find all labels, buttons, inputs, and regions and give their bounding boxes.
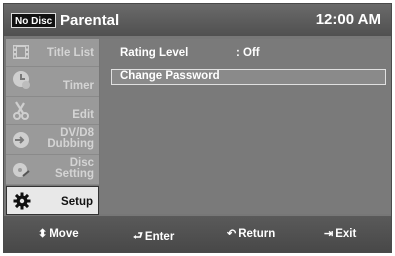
sidebar-item-label-line2: Setting: [55, 168, 94, 180]
osd-screen: No Disc Parental 12:00 AM Title List Tim…: [3, 3, 392, 253]
rating-level-value: : Off: [236, 47, 260, 59]
clock: 12:00 AM: [315, 11, 381, 28]
sidebar-item-setup[interactable]: Setup: [6, 186, 99, 215]
exit-hint: ⇥ Exit: [324, 227, 357, 241]
timer-icon: [13, 71, 30, 89]
title-bar: No Disc Parental 12:00 AM: [4, 4, 391, 36]
disc-status-badge: No Disc: [11, 13, 57, 28]
change-password-label: Change Password: [120, 70, 220, 82]
sidebar-item-label: Edit: [72, 109, 94, 121]
dubbing-icon: [13, 132, 29, 148]
sidebar-item-label: Setup: [61, 196, 93, 208]
move-label: Move: [49, 227, 79, 240]
enter-label: Enter: [144, 230, 175, 243]
enter-hint: ⮐ Enter: [133, 227, 174, 246]
sidebar-item-edit[interactable]: Edit: [6, 97, 99, 125]
settings-panel: Rating Level : Off Change Password: [100, 39, 391, 214]
change-password-row[interactable]: Change Password: [111, 69, 386, 85]
disc-icon: [13, 163, 30, 177]
updown-arrows-icon: ⬍: [38, 228, 48, 240]
exit-icon: ⇥: [324, 228, 334, 240]
move-hint: ⬍ Move: [38, 227, 79, 241]
enter-icon: ⮐: [133, 230, 143, 242]
sidebar-item-label: Timer: [62, 80, 94, 92]
return-hint: ↶ Return: [227, 227, 276, 241]
sidebar-item-label-line2: Dubbing: [47, 138, 94, 150]
page-title: Parental: [60, 12, 120, 29]
sidebar-item-title-list[interactable]: Title List: [6, 39, 99, 67]
rating-level-label: Rating Level: [120, 47, 189, 59]
film-icon: [13, 45, 29, 59]
sidebar-item-label: Title List: [46, 47, 94, 59]
sidebar-item-disc-setting[interactable]: Disc Setting: [6, 155, 99, 185]
return-icon: ↶: [227, 228, 237, 240]
scissors-icon: [13, 101, 29, 120]
return-label: Return: [238, 227, 276, 240]
sidebar-menu: Title List Timer Edit DV/D8 Dubbing Disc…: [6, 39, 99, 215]
button-hint-bar: ⬍ Move ⮐ Enter ↶ Return ⇥ Exit: [4, 216, 391, 252]
gear-icon: [13, 192, 31, 210]
sidebar-item-dv-dubbing[interactable]: DV/D8 Dubbing: [6, 125, 99, 155]
sidebar-item-timer[interactable]: Timer: [6, 67, 99, 97]
exit-label: Exit: [335, 227, 357, 240]
